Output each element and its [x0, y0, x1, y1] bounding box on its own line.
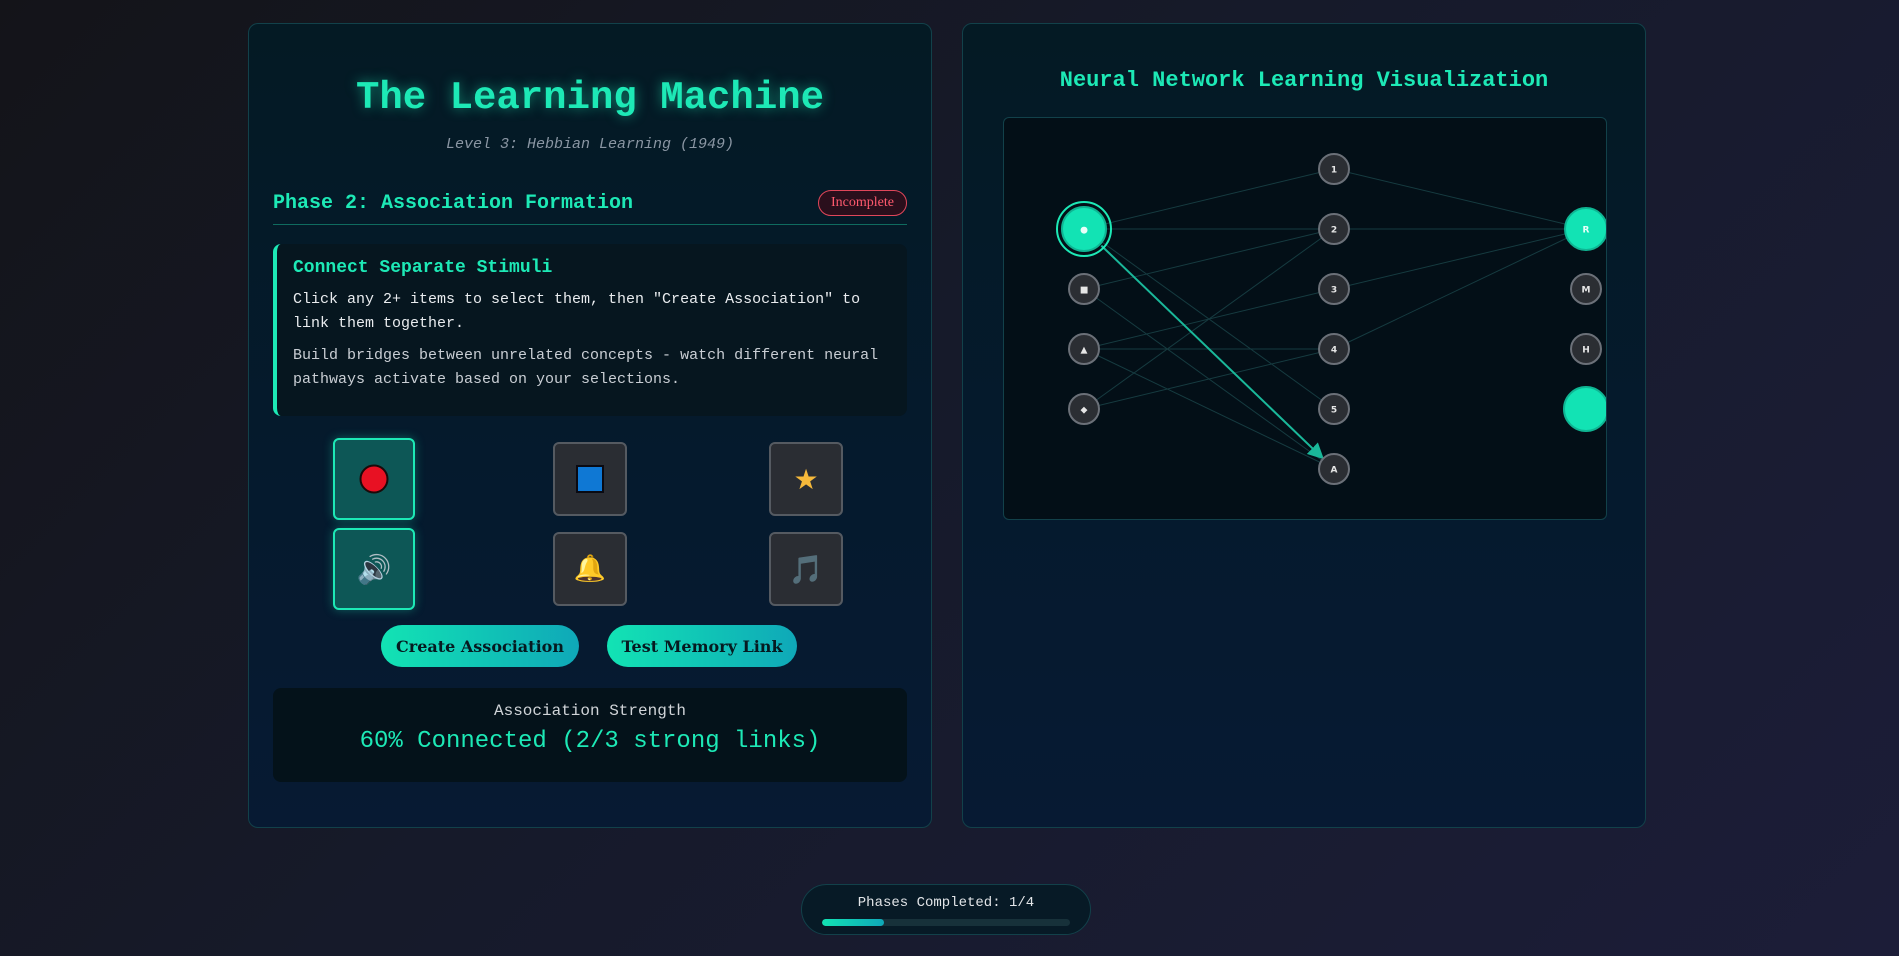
- node-label: M: [1582, 286, 1591, 296]
- input-node: ●: [1056, 201, 1112, 257]
- node-label: ●: [1080, 226, 1088, 236]
- node-label: ◆: [1081, 406, 1088, 416]
- red-circle-icon: [359, 464, 389, 494]
- input-node: ■: [1068, 273, 1100, 305]
- speaker-icon: 🔊: [356, 552, 392, 586]
- active-connection-arrow: [1100, 244, 1324, 460]
- node-label: H: [1582, 346, 1590, 356]
- visualization-panel: Neural Network Learning Visualization ● ■…: [962, 23, 1646, 828]
- stimulus-bell[interactable]: 🔔: [553, 532, 627, 606]
- progress-fill: [822, 919, 884, 926]
- level-subtitle: Level 3: Hebbian Learning (1949): [445, 136, 735, 153]
- association-strength-panel: Association Strength 60% Connected (2/3 …: [273, 688, 907, 782]
- learning-panel: The Learning Machine Level 3: Hebbian Le…: [248, 23, 932, 828]
- association-strength-value: 60% Connected (2/3 strong links): [359, 728, 821, 755]
- connection-line: [1083, 348, 1335, 410]
- connection-line: [1333, 228, 1587, 350]
- node-label: 3: [1331, 286, 1337, 296]
- output-node: H: [1570, 333, 1602, 365]
- node-label: ▲: [1081, 346, 1088, 356]
- stimulus-music-note[interactable]: 🎵: [769, 532, 843, 606]
- status-badge: Incomplete: [818, 190, 907, 216]
- output-node: R: [1564, 207, 1606, 251]
- test-memory-link-button[interactable]: Test Memory Link: [607, 625, 797, 667]
- association-strength-label: Association Strength: [493, 702, 687, 720]
- stimulus-blue-square[interactable]: [553, 442, 627, 516]
- connection-line: [1083, 228, 1335, 290]
- neural-network-diagram: ● ■ ▲ ◆ 1 2 3 4 5 A R M H: [1056, 153, 1606, 485]
- connection-line: [1333, 228, 1587, 290]
- stimulus-speaker[interactable]: 🔊: [333, 528, 415, 610]
- node-label: ■: [1080, 286, 1089, 296]
- hidden-node: 3: [1318, 273, 1350, 305]
- node-label: 4: [1331, 346, 1337, 356]
- input-node: ▲: [1068, 333, 1100, 365]
- create-association-button[interactable]: Create Association: [381, 625, 579, 667]
- connection-line: [1083, 348, 1335, 470]
- visualization-title: Neural Network Learning Visualization: [1059, 68, 1549, 93]
- node-circle: [1563, 386, 1606, 432]
- progress-track: [822, 919, 1070, 926]
- node-label: R: [1583, 226, 1590, 236]
- hidden-node: 4: [1318, 333, 1350, 365]
- input-node: ◆: [1068, 393, 1100, 425]
- phases-completed-label: Phases Completed: 1/4: [857, 895, 1035, 911]
- stimulus-star[interactable]: ★: [769, 442, 843, 516]
- connection-line: [1083, 168, 1335, 230]
- music-note-icon: 🎵: [788, 552, 824, 586]
- output-node: M: [1570, 273, 1602, 305]
- phase-header: Phase 2: Association Formation Incomplet…: [273, 186, 907, 225]
- node-label: 5: [1331, 406, 1337, 416]
- phase-progress: Phases Completed: 1/4: [801, 884, 1091, 935]
- instructions-card: Connect Separate Stimuli Click any 2+ it…: [273, 244, 907, 416]
- bell-icon: 🔔: [573, 554, 607, 584]
- hidden-node: 2: [1318, 213, 1350, 245]
- stimulus-red-circle[interactable]: [333, 438, 415, 520]
- connection-line: [1333, 168, 1587, 230]
- hidden-node: 5: [1318, 393, 1350, 425]
- neural-network-canvas: ● ■ ▲ ◆ 1 2 3 4 5 A R M H: [1003, 117, 1607, 520]
- hidden-node: A: [1318, 453, 1350, 485]
- node-label: 1: [1331, 166, 1337, 176]
- blue-square-icon: [576, 465, 604, 493]
- node-label: 2: [1331, 226, 1337, 236]
- phase-title: Phase 2: Association Formation: [273, 192, 634, 215]
- instructions-line-1: Click any 2+ items to select them, then …: [293, 291, 861, 332]
- star-icon: ★: [793, 462, 819, 496]
- hidden-node: 1: [1318, 153, 1350, 185]
- instructions-title: Connect Separate Stimuli: [293, 258, 553, 278]
- node-label: A: [1331, 466, 1338, 476]
- instructions-line-2: Build bridges between unrelated concepts…: [293, 347, 879, 388]
- page-title: The Learning Machine: [355, 76, 825, 120]
- output-node: [1563, 386, 1606, 432]
